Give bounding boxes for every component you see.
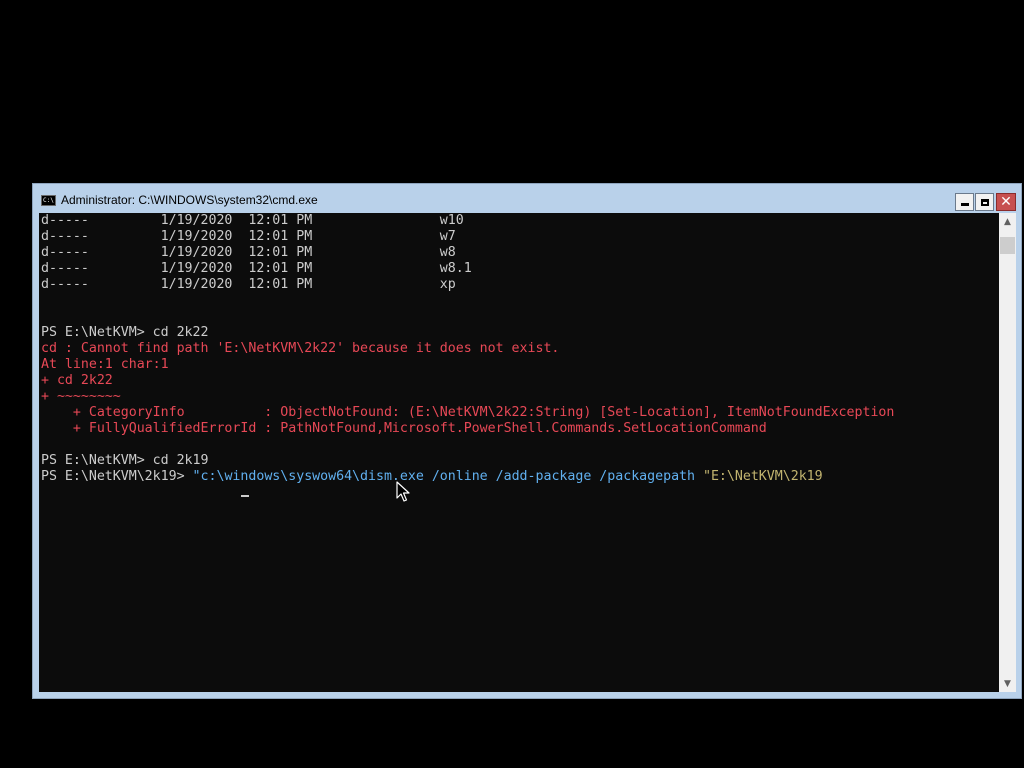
- error-line: cd : Cannot find path 'E:\NetKVM\2k22' b…: [41, 341, 560, 356]
- scrollbar-thumb[interactable]: [1000, 237, 1015, 254]
- error-line: + ~~~~~~~~: [41, 389, 121, 404]
- command-token: /online /add-package /packagepath: [423, 469, 703, 484]
- error-line: + CategoryInfo : ObjectNotFound: (E:\Net…: [41, 405, 895, 420]
- minimize-icon: [960, 203, 969, 206]
- close-icon: ✕: [1000, 194, 1012, 210]
- window-title: Administrator: C:\WINDOWS\system32\cmd.e…: [61, 193, 318, 207]
- command-line[interactable]: PS E:\NetKVM\2k19> "c:\windows\syswow64\…: [41, 469, 894, 485]
- scroll-up-icon[interactable]: ▲: [999, 213, 1016, 230]
- maximize-button[interactable]: [975, 193, 994, 211]
- output-line: d----- 1/19/2020 12:01 PM w8: [41, 245, 456, 260]
- output-line: PS E:\NetKVM> cd 2k19: [41, 453, 209, 468]
- terminal-lines: d----- 1/19/2020 12:01 PM w10 d----- 1/19…: [41, 213, 894, 485]
- output-line: d----- 1/19/2020 12:01 PM w10: [41, 213, 464, 228]
- mouse-pointer-icon: [396, 481, 410, 502]
- console-output[interactable]: d----- 1/19/2020 12:01 PM w10 d----- 1/19…: [39, 213, 999, 692]
- command-token: "c:\windows\syswow64\dism.exe: [192, 469, 424, 484]
- output-line: PS E:\NetKVM> cd 2k22: [41, 325, 209, 340]
- maximize-icon: [980, 198, 989, 206]
- cmd-window: C:\ Administrator: C:\WINDOWS\system32\c…: [32, 183, 1022, 699]
- output-line: d----- 1/19/2020 12:01 PM w8.1: [41, 261, 472, 276]
- output-line: d----- 1/19/2020 12:01 PM xp: [41, 277, 456, 292]
- error-line: + FullyQualifiedErrorId : PathNotFound,M…: [41, 421, 767, 436]
- command-token: "E:\NetKVM\2k19: [702, 469, 823, 484]
- cmd-icon[interactable]: C:\: [41, 195, 56, 206]
- scroll-down-icon[interactable]: ▼: [999, 675, 1016, 692]
- text-caret: [241, 495, 249, 497]
- close-button[interactable]: ✕: [996, 193, 1016, 211]
- output-line: d----- 1/19/2020 12:01 PM w7: [41, 229, 456, 244]
- minimize-button[interactable]: [955, 193, 974, 211]
- error-line: + cd 2k22: [41, 373, 113, 388]
- prompt: PS E:\NetKVM\2k19>: [41, 469, 193, 484]
- error-line: At line:1 char:1: [41, 357, 169, 372]
- vertical-scrollbar[interactable]: ▲ ▼: [999, 213, 1016, 692]
- title-bar[interactable]: C:\ Administrator: C:\WINDOWS\system32\c…: [33, 184, 1021, 213]
